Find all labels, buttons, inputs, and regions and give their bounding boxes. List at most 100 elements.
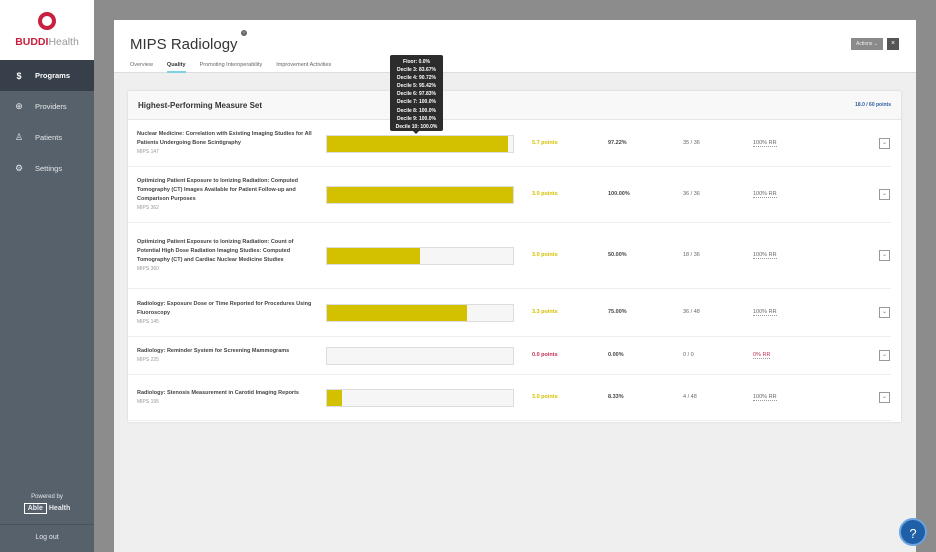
sidebar-item-programs[interactable]: $ Programs <box>0 60 94 91</box>
measure-row: Radiology: Stenosis Measurement in Carot… <box>128 375 891 421</box>
measure-percent: 8.33% <box>608 394 624 400</box>
program-modal: MIPS Radiology? Overview Quality Promoting… <box>114 20 916 552</box>
chevron-down-icon[interactable]: ⌄ <box>879 392 890 403</box>
help-button[interactable]: ? <box>899 518 927 546</box>
performance-bar-fill <box>327 248 420 264</box>
sidebar-item-label: Programs <box>35 71 71 80</box>
measure-name: Optimizing Patient Exposure to Ionizing … <box>137 238 317 274</box>
tooltip-line: Floor: 0.0% <box>403 59 430 65</box>
powered-by-label: Powered by <box>31 494 63 500</box>
performance-bar-fill <box>327 390 343 406</box>
measure-id: MIPS 225 <box>137 357 159 363</box>
measure-title: Optimizing Patient Exposure to Ionizing … <box>137 239 294 263</box>
measure-id: MIPS 360 <box>137 266 159 272</box>
measure-row: Optimizing Patient Exposure to Ionizing … <box>128 223 891 289</box>
plus-circle-icon: ⊕ <box>15 101 23 111</box>
measure-percent: 75.00% <box>608 309 627 315</box>
reporting-rate[interactable]: 100% RR <box>753 140 777 147</box>
able-health-logo: Able Health <box>0 503 94 514</box>
reporting-rate[interactable]: 100% RR <box>753 309 777 316</box>
sidebar-item-providers[interactable]: ⊕ Providers <box>0 91 94 122</box>
measure-title: Optimizing Patient Exposure to Ionizing … <box>137 178 299 202</box>
measure-points: 3.3 points <box>532 309 558 315</box>
chevron-down-icon[interactable]: ⌄ <box>879 137 890 149</box>
measure-percent: 0.00% <box>608 352 624 358</box>
measure-row: Radiology: Reminder System for Screening… <box>128 337 891 375</box>
performance-bar[interactable] <box>326 134 514 153</box>
measure-set-card: Highest-Performing Measure Set 18.0 / 60 … <box>128 91 901 422</box>
sidebar-item-label: Patients <box>35 133 63 142</box>
modal-header: MIPS Radiology? Overview Quality Promoting… <box>114 20 916 73</box>
reporting-rate[interactable]: 100% RR <box>753 191 777 198</box>
tab-improvement-activities[interactable]: Improvement Activities <box>276 62 331 73</box>
total-points: 18.0 / 60 points <box>855 102 891 108</box>
measure-name: Nuclear Medicine: Correlation with Exist… <box>137 130 317 157</box>
sidebar: BUDDIHealth $ Programs ⊕ Providers ♙ Patients… <box>0 0 94 552</box>
measure-points: 3.0 points <box>532 252 558 258</box>
measure-title: Nuclear Medicine: Correlation with Exist… <box>137 131 312 146</box>
measure-count: 35 / 36 <box>683 139 700 146</box>
card-title: Highest-Performing Measure Set <box>138 100 263 110</box>
chevron-down-icon[interactable]: ⌄ <box>879 189 890 200</box>
tooltip-line: Decile 9: 100.0% <box>397 115 436 122</box>
reporting-rate[interactable]: 100% RR <box>753 394 777 401</box>
measure-percent: 97.22% <box>608 139 627 146</box>
tooltip-line: Decile 8: 100.0% <box>397 107 436 114</box>
performance-bar[interactable] <box>326 247 514 265</box>
brand-name-light: Health <box>48 36 79 48</box>
page-title: MIPS Radiology? <box>130 30 247 53</box>
measure-id: MIPS 145 <box>137 318 159 325</box>
tooltip-line: Decile 6: 97.83% <box>397 91 436 98</box>
sidebar-item-settings[interactable]: ⚙ Settings <box>0 153 94 184</box>
performance-bar[interactable] <box>326 186 514 204</box>
measure-name: Radiology: Exposure Dose or Time Reporte… <box>137 300 317 327</box>
sidebar-item-patients[interactable]: ♙ Patients <box>0 122 94 153</box>
powered-by: Powered by Able Health <box>0 494 94 514</box>
brand-name: BUDDI <box>15 36 49 48</box>
tooltip-line: Decile 3: 83.67% <box>397 67 436 74</box>
measure-points: 0.0 points <box>532 352 558 358</box>
person-icon: ♙ <box>14 132 24 142</box>
measure-percent: 100.00% <box>608 191 630 197</box>
performance-bar[interactable] <box>326 304 514 322</box>
reporting-rate[interactable]: 100% RR <box>753 252 777 259</box>
tooltip-line: Decile 4: 90.72% <box>397 75 436 82</box>
measure-title: Radiology: Reminder System for Screening… <box>137 348 290 354</box>
performance-bar-fill <box>327 305 467 321</box>
performance-bar[interactable] <box>326 389 514 407</box>
tooltip-line: Decile 7: 100.0% <box>397 99 436 106</box>
decile-tooltip: Floor: 0.0% Decile 3: 83.67% Decile 4: 90.… <box>390 55 443 134</box>
measure-row: Nuclear Medicine: Correlation with Exist… <box>128 120 891 167</box>
reporting-rate[interactable]: 0% RR <box>753 352 771 359</box>
measure-count: 0 / 0 <box>683 352 694 358</box>
measure-count: 36 / 36 <box>683 191 700 197</box>
performance-bar-fill <box>327 187 513 203</box>
dollar-icon: $ <box>16 70 22 81</box>
buddi-logo-icon <box>38 12 56 30</box>
measure-count: 36 / 48 <box>683 309 700 315</box>
measure-points: 3.0 points <box>532 191 558 197</box>
help-icon[interactable]: ? <box>240 30 247 36</box>
logo[interactable]: BUDDIHealth <box>0 0 94 60</box>
actions-dropdown[interactable]: Actions ⌄ <box>851 38 883 50</box>
tab-quality[interactable]: Quality <box>166 62 186 73</box>
logout-button[interactable]: Log out <box>0 524 94 552</box>
close-button[interactable]: × <box>887 38 899 50</box>
measure-count: 18 / 36 <box>683 252 700 258</box>
chevron-down-icon[interactable]: ⌄ <box>879 350 890 361</box>
sidebar-item-label: Providers <box>35 102 67 111</box>
tooltip-line: Decile 10: 100.0% <box>395 123 438 130</box>
tab-overview[interactable]: Overview <box>130 62 153 73</box>
tab-promoting-interoperability[interactable]: Promoting Interoperability <box>200 62 263 73</box>
measure-name: Optimizing Patient Exposure to Ionizing … <box>137 177 317 213</box>
gear-icon: ⚙ <box>14 163 24 173</box>
measure-row: Radiology: Exposure Dose or Time Reporte… <box>128 289 891 337</box>
measure-points: 5.7 points <box>532 139 558 146</box>
performance-bar[interactable] <box>326 347 514 365</box>
measure-title: Radiology: Stenosis Measurement in Carot… <box>137 390 299 396</box>
chevron-down-icon[interactable]: ⌄ <box>879 307 890 318</box>
measure-count: 4 / 48 <box>683 394 697 400</box>
chevron-down-icon[interactable]: ⌄ <box>879 250 890 261</box>
measure-percent: 50.00% <box>608 252 627 258</box>
tooltip-line: Decile 5: 95.42% <box>397 83 436 90</box>
